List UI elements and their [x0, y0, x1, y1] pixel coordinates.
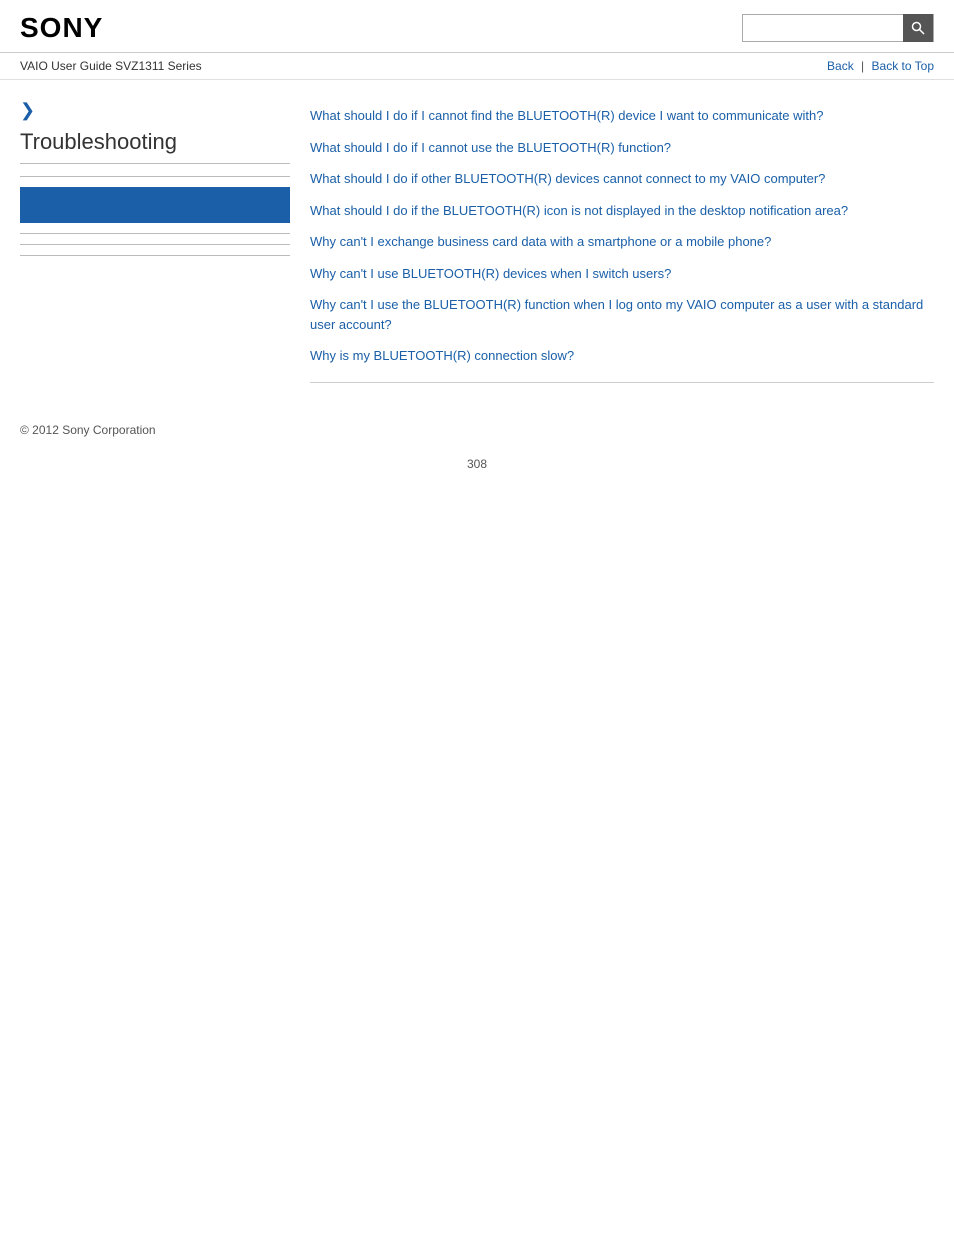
search-box: [742, 14, 934, 42]
list-item: Why can't I use BLUETOOTH(R) devices whe…: [310, 258, 934, 290]
search-icon: [911, 21, 925, 35]
content-link-0[interactable]: What should I do if I cannot find the BL…: [310, 100, 934, 132]
footer: © 2012 Sony Corporation: [0, 403, 954, 447]
nav-links: Back | Back to Top: [827, 59, 934, 73]
sidebar-divider-2: [20, 233, 290, 234]
sidebar-section-title: Troubleshooting: [20, 129, 290, 164]
search-button[interactable]: [903, 14, 933, 42]
content-bottom-divider: [310, 382, 934, 383]
sidebar-divider-3: [20, 244, 290, 245]
content-link-3[interactable]: What should I do if the BLUETOOTH(R) ico…: [310, 195, 934, 227]
sidebar-active-item[interactable]: [20, 187, 290, 223]
chevron-icon[interactable]: ❯: [20, 100, 290, 121]
list-item: What should I do if I cannot find the BL…: [310, 100, 934, 132]
back-to-top-link[interactable]: Back to Top: [872, 59, 934, 73]
main-content: ❯ Troubleshooting What should I do if I …: [0, 80, 954, 403]
back-link[interactable]: Back: [827, 59, 854, 73]
content-link-1[interactable]: What should I do if I cannot use the BLU…: [310, 132, 934, 164]
sidebar: ❯ Troubleshooting: [20, 90, 310, 383]
list-item: Why can't I exchange business card data …: [310, 226, 934, 258]
search-input[interactable]: [743, 15, 903, 41]
list-item: Why can't I use the BLUETOOTH(R) functio…: [310, 289, 934, 340]
sidebar-divider-1: [20, 176, 290, 177]
nav-separator: |: [861, 59, 864, 73]
sidebar-divider-4: [20, 255, 290, 256]
content-area: What should I do if I cannot find the BL…: [310, 90, 934, 383]
page-header: SONY: [0, 0, 954, 53]
content-link-7[interactable]: Why is my BLUETOOTH(R) connection slow?: [310, 340, 934, 372]
list-item: What should I do if I cannot use the BLU…: [310, 132, 934, 164]
copyright: © 2012 Sony Corporation: [20, 423, 156, 437]
content-links-list: What should I do if I cannot find the BL…: [310, 100, 934, 372]
list-item: Why is my BLUETOOTH(R) connection slow?: [310, 340, 934, 372]
content-link-6[interactable]: Why can't I use the BLUETOOTH(R) functio…: [310, 289, 934, 340]
sub-header: VAIO User Guide SVZ1311 Series Back | Ba…: [0, 53, 954, 80]
list-item: What should I do if the BLUETOOTH(R) ico…: [310, 195, 934, 227]
guide-title: VAIO User Guide SVZ1311 Series: [20, 59, 202, 73]
page-number: 308: [0, 447, 954, 491]
content-link-5[interactable]: Why can't I use BLUETOOTH(R) devices whe…: [310, 258, 934, 290]
list-item: What should I do if other BLUETOOTH(R) d…: [310, 163, 934, 195]
content-link-2[interactable]: What should I do if other BLUETOOTH(R) d…: [310, 163, 934, 195]
content-link-4[interactable]: Why can't I exchange business card data …: [310, 226, 934, 258]
sony-logo: SONY: [20, 12, 103, 44]
